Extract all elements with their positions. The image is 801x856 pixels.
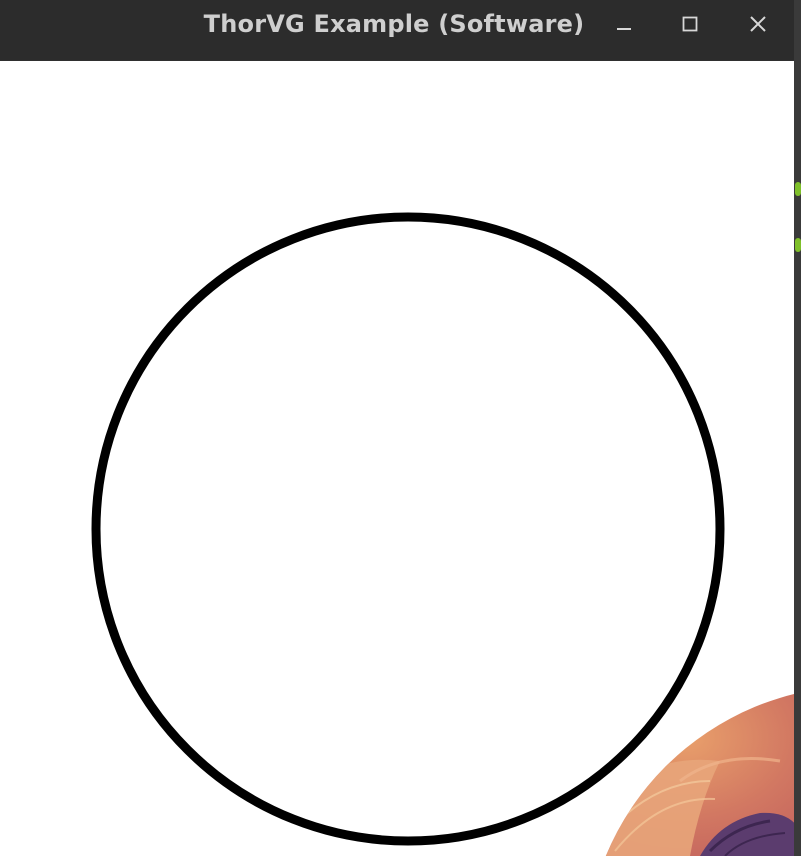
- title-bar[interactable]: ThorVG Example (Software): [0, 0, 794, 60]
- canvas-drawing: [91, 212, 794, 856]
- status-dot: [795, 182, 801, 196]
- status-dot: [795, 238, 801, 252]
- maximize-icon: [682, 16, 698, 32]
- desktop: ThorVG Example (Software): [0, 0, 801, 856]
- minimize-icon: [617, 28, 631, 30]
- render-canvas: [0, 61, 794, 856]
- background-window-edge: [794, 0, 801, 856]
- clipped-picture: [585, 686, 794, 856]
- app-window: ThorVG Example (Software): [0, 0, 794, 856]
- circle-outline: [91, 212, 725, 846]
- close-icon: [750, 16, 766, 32]
- minimize-button[interactable]: [604, 6, 644, 42]
- maximize-button[interactable]: [670, 6, 710, 42]
- close-button[interactable]: [738, 6, 778, 42]
